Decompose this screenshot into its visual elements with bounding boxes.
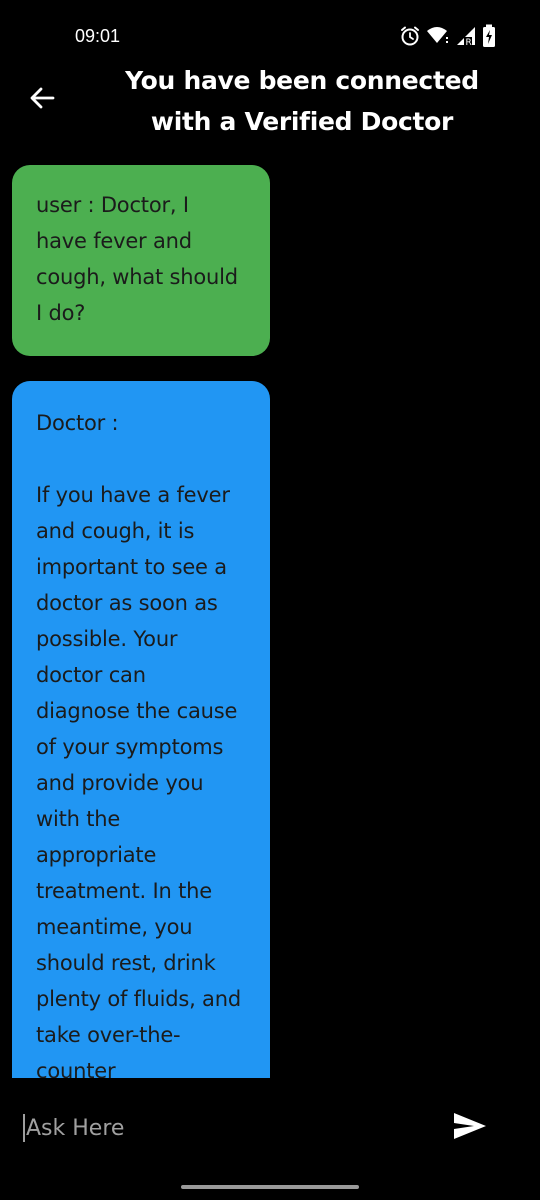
arrow-left-icon <box>28 84 56 116</box>
message-list[interactable]: user : Doctor, I have fever and cough, w… <box>0 150 540 1078</box>
battery-charging-icon <box>482 24 496 48</box>
signal-icon: R <box>455 25 477 47</box>
send-button[interactable] <box>448 1108 492 1148</box>
signal-badge: R <box>466 38 472 47</box>
user-message-bubble: user : Doctor, I have fever and cough, w… <box>12 165 270 356</box>
back-button[interactable] <box>22 80 62 120</box>
status-time: 09:01 <box>75 26 121 46</box>
chat-header: You have been connected with a Verified … <box>0 58 540 150</box>
send-icon <box>452 1111 488 1145</box>
home-indicator[interactable] <box>181 1185 359 1189</box>
wifi-icon <box>426 26 450 46</box>
user-message-text: user : Doctor, I have fever and cough, w… <box>36 193 238 325</box>
doctor-message-text: If you have a fever and cough, it is imp… <box>36 483 241 1078</box>
page-title: You have been connected with a Verified … <box>125 66 479 136</box>
alarm-icon <box>399 25 421 47</box>
doctor-message-bubble: Doctor : If you have a fever and cough, … <box>12 381 270 1078</box>
ask-input[interactable] <box>22 1110 426 1146</box>
status-icons: R <box>399 22 496 50</box>
input-bar <box>0 1078 540 1178</box>
doctor-message-label: Doctor : <box>36 411 119 435</box>
